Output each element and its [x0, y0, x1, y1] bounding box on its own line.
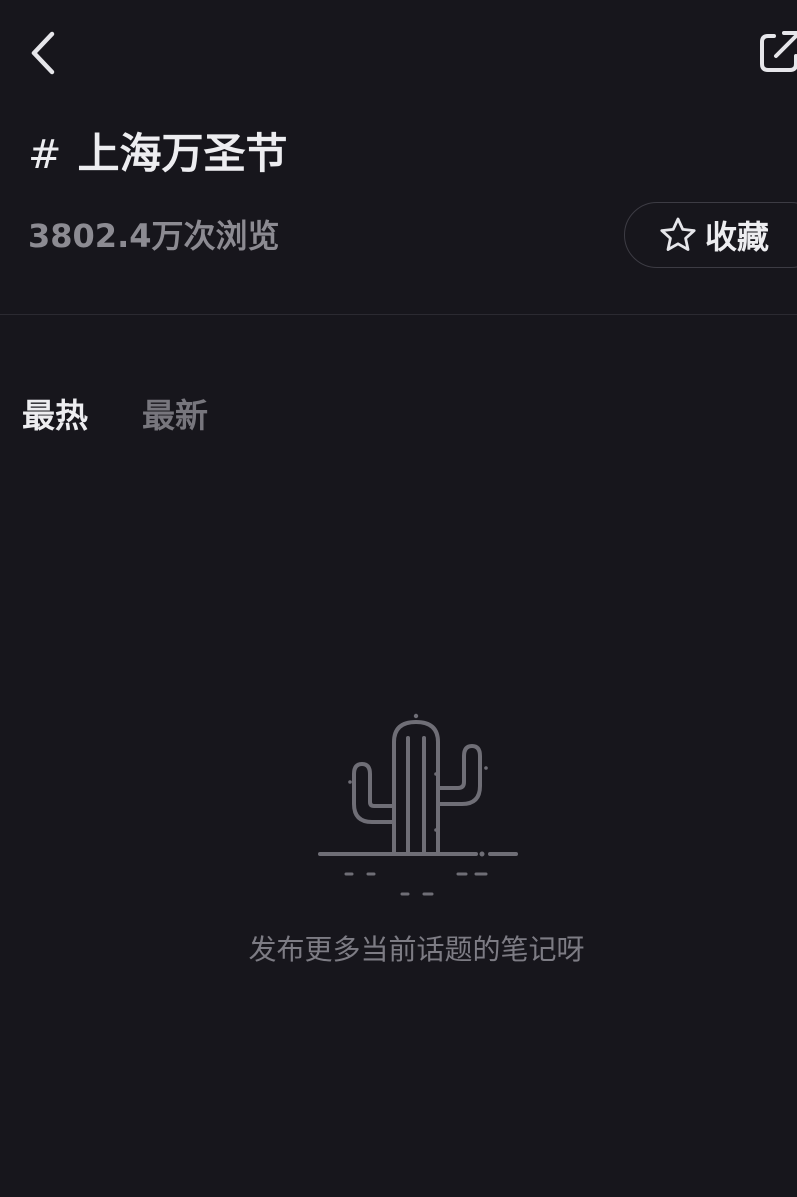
- tab-hot[interactable]: 最热: [22, 390, 88, 442]
- tab-new[interactable]: 最新: [142, 390, 208, 442]
- empty-state-message: 发布更多当前话题的笔记呀: [248, 933, 585, 966]
- chevron-left-icon: [31, 31, 55, 75]
- share-button[interactable]: [752, 26, 797, 78]
- topic-title: # 上海万圣节: [28, 128, 288, 181]
- header-divider: [0, 314, 797, 315]
- favorite-label: 收藏: [705, 218, 770, 256]
- view-count: 3802.4万次浏览: [28, 217, 280, 255]
- star-outline-icon: [660, 217, 696, 251]
- topic-name: 上海万圣节: [77, 129, 288, 178]
- share-icon: [760, 31, 797, 72]
- cactus-icon: [318, 713, 518, 896]
- back-button[interactable]: [22, 28, 66, 78]
- hash-symbol: #: [28, 132, 62, 178]
- favorite-button[interactable]: 收藏: [624, 202, 797, 268]
